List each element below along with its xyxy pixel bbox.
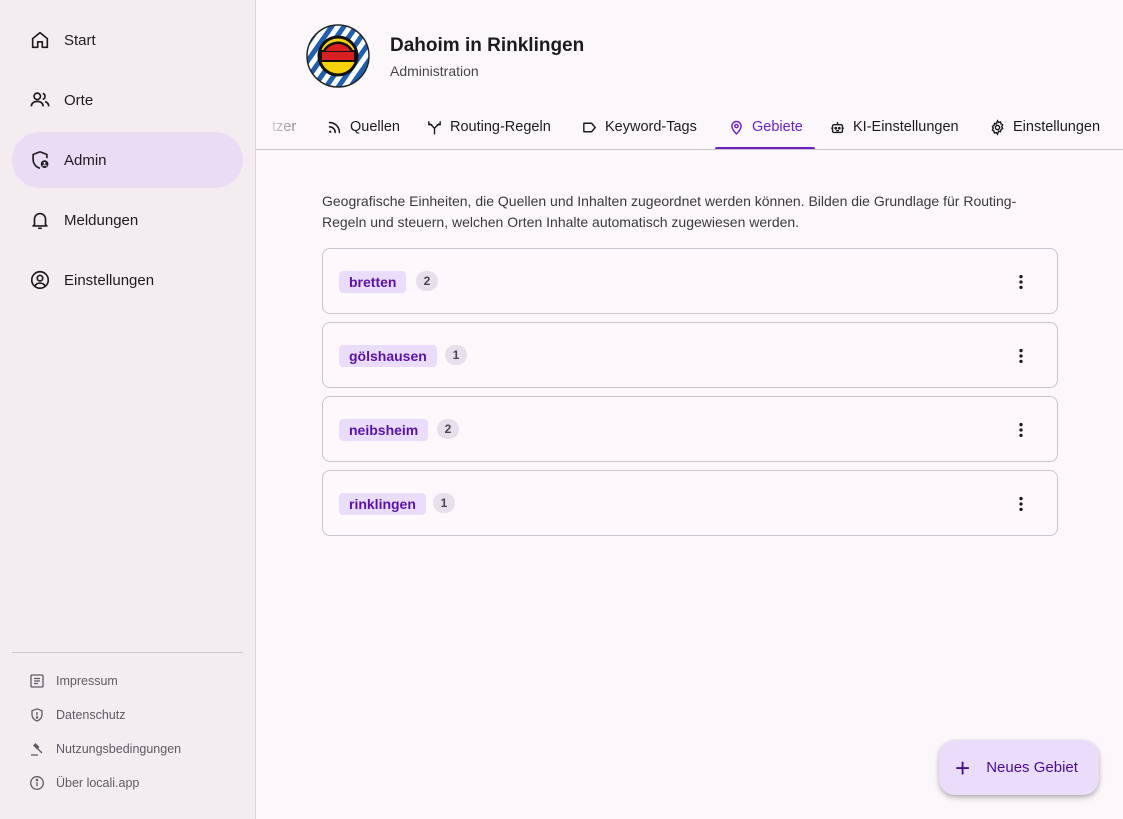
sidebar-divider (12, 652, 243, 653)
admin-tabbar: tzer Quellen Routing-Regeln Keyword-Tags… (256, 104, 1123, 150)
nav-item-orte[interactable]: Orte (12, 72, 243, 128)
footer-link-label: Datenschutz (56, 708, 126, 722)
sidebar: Start Orte Admin Meldungen Einstellungen… (0, 0, 256, 819)
nav-item-label: Orte (64, 91, 94, 109)
gear-icon (989, 118, 1006, 136)
active-tab-indicator (715, 147, 815, 149)
page-title: Dahoim in Rinklingen (390, 35, 585, 56)
location-pin-icon (728, 119, 745, 136)
area-name-chip: bretten (339, 271, 407, 293)
tab-benutzer[interactable]: tzer (272, 104, 297, 149)
footer-link-about[interactable]: Über locali.app (29, 773, 139, 793)
bell-icon (29, 209, 51, 231)
tab-ki-einstellungen[interactable]: KI-Einstellungen (829, 104, 959, 149)
nav-item-einstellungen[interactable]: Einstellungen (12, 252, 243, 308)
tab-routing-regeln[interactable]: Routing-Regeln (426, 104, 551, 149)
more-vert-icon[interactable] (1007, 416, 1035, 444)
new-area-button-label: Neues Gebiet (986, 759, 1078, 776)
area-name-chip: rinklingen (339, 493, 426, 515)
shield-icon (29, 707, 45, 723)
nav-item-admin[interactable]: Admin (12, 132, 243, 188)
tab-keyword-tags[interactable]: Keyword-Tags (581, 104, 697, 149)
area-card[interactable]: gölshausen 1 (322, 322, 1058, 388)
label-icon (581, 119, 598, 136)
area-count-badge: 2 (416, 271, 438, 291)
tab-label: Routing-Regeln (450, 119, 551, 135)
admin-shield-icon (29, 149, 51, 171)
nav-item-label: Start (64, 31, 96, 49)
more-vert-icon[interactable] (1007, 342, 1035, 370)
community-logo (306, 24, 370, 88)
footer-link-label: Über locali.app (56, 776, 140, 790)
page-subtitle: Administration (390, 63, 479, 79)
tab-label: Quellen (350, 119, 400, 135)
tab-einstellungen[interactable]: Einstellungen (989, 104, 1101, 149)
home-icon (29, 29, 51, 51)
tab-label: tzer (272, 119, 297, 135)
plus-icon: + (955, 752, 971, 783)
tab-label: Einstellungen (1013, 119, 1101, 135)
area-card[interactable]: bretten 2 (322, 248, 1058, 314)
tab-label: Gebiete (752, 119, 803, 135)
info-icon (29, 775, 45, 791)
footer-link-datenschutz[interactable]: Datenschutz (29, 705, 125, 725)
nav-item-label: Admin (64, 151, 107, 169)
new-area-button[interactable]: + Neues Gebiet (939, 740, 1099, 795)
fork-icon (426, 119, 443, 136)
rss-icon (326, 119, 343, 136)
gavel-icon (29, 741, 45, 757)
area-count-badge: 2 (437, 419, 459, 439)
tab-label: KI-Einstellungen (853, 119, 959, 135)
footer-link-label: Nutzungsbedingungen (56, 742, 182, 756)
footer-link-impressum[interactable]: Impressum (29, 671, 118, 691)
area-name-chip: gölshausen (339, 345, 437, 367)
nav-item-label: Meldungen (64, 211, 139, 229)
area-count-badge: 1 (445, 345, 467, 365)
area-card[interactable]: neibsheim 2 (322, 396, 1058, 462)
footer-link-nutzungsbedingungen[interactable]: Nutzungsbedingungen (29, 739, 181, 759)
nav-item-label: Einstellungen (64, 271, 155, 289)
footer-link-label: Impressum (56, 674, 118, 688)
area-count-badge: 1 (433, 493, 455, 513)
page-description: Geografische Einheiten, die Quellen und … (322, 193, 1017, 230)
tab-label: Keyword-Tags (605, 119, 697, 135)
nav-item-meldungen[interactable]: Meldungen (12, 192, 243, 248)
people-icon (29, 89, 51, 111)
article-icon (29, 673, 45, 689)
nav-item-start[interactable]: Start (12, 12, 243, 68)
account-circle-icon (29, 269, 51, 291)
tab-gebiete[interactable]: Gebiete (728, 104, 803, 149)
robot-icon (829, 119, 846, 136)
tab-quellen[interactable]: Quellen (326, 104, 400, 149)
area-name-chip: neibsheim (339, 419, 429, 441)
more-vert-icon[interactable] (1007, 268, 1035, 296)
more-vert-icon[interactable] (1007, 490, 1035, 518)
area-card[interactable]: rinklingen 1 (322, 470, 1058, 536)
